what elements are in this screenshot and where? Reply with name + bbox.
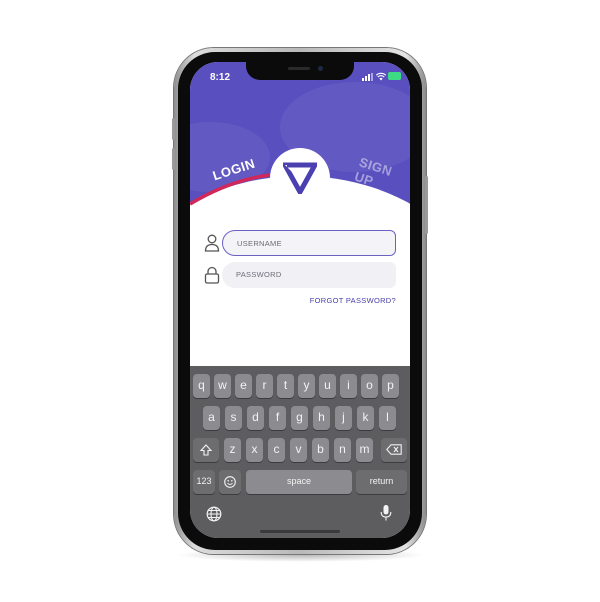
key-a[interactable]: a	[203, 406, 220, 430]
logo-badge	[270, 148, 330, 208]
lock-icon	[204, 266, 220, 284]
cellular-signal-icon	[362, 73, 374, 81]
username-row: USERNAME	[202, 230, 398, 256]
wifi-icon	[376, 72, 386, 81]
key-c[interactable]: c	[268, 438, 285, 462]
front-camera	[318, 66, 323, 71]
logo-icon	[283, 162, 317, 194]
key-k[interactable]: k	[357, 406, 374, 430]
key-l[interactable]: l	[379, 406, 396, 430]
key-y[interactable]: y	[298, 374, 315, 398]
status-bar: 8:12	[190, 62, 410, 90]
backspace-key[interactable]	[381, 438, 407, 462]
battery-icon	[388, 72, 401, 80]
key-f[interactable]: f	[269, 406, 286, 430]
key-g[interactable]: g	[291, 406, 308, 430]
key-s[interactable]: s	[225, 406, 242, 430]
shift-key[interactable]	[193, 438, 219, 462]
keyboard: q w e r t y u i o p a s d f g h j k l z …	[190, 366, 410, 538]
volume-up-button	[172, 118, 175, 140]
key-r[interactable]: r	[256, 374, 273, 398]
space-key[interactable]: space	[246, 470, 352, 494]
numbers-key[interactable]: 123	[193, 470, 215, 494]
power-button	[425, 176, 428, 234]
key-u[interactable]: u	[319, 374, 336, 398]
password-placeholder: PASSWORD	[236, 270, 282, 279]
key-i[interactable]: i	[340, 374, 357, 398]
key-d[interactable]: d	[247, 406, 264, 430]
key-z[interactable]: z	[224, 438, 241, 462]
globe-icon[interactable]	[206, 506, 222, 522]
key-b[interactable]: b	[312, 438, 329, 462]
key-n[interactable]: n	[334, 438, 351, 462]
key-w[interactable]: w	[214, 374, 231, 398]
password-input[interactable]: PASSWORD	[222, 262, 396, 288]
speaker	[288, 67, 310, 70]
username-placeholder: USERNAME	[237, 239, 282, 248]
emoji-key[interactable]	[219, 470, 241, 494]
key-h[interactable]: h	[313, 406, 330, 430]
notch	[246, 62, 354, 80]
password-row: PASSWORD	[202, 262, 398, 288]
active-tab-indicator	[190, 173, 271, 206]
key-p[interactable]: p	[382, 374, 399, 398]
key-e[interactable]: e	[235, 374, 252, 398]
key-v[interactable]: v	[290, 438, 307, 462]
volume-down-button	[172, 148, 175, 170]
key-q[interactable]: q	[193, 374, 210, 398]
shift-icon	[199, 444, 213, 456]
key-j[interactable]: j	[335, 406, 352, 430]
key-t[interactable]: t	[277, 374, 294, 398]
emoji-icon	[224, 476, 236, 488]
key-x[interactable]: x	[246, 438, 263, 462]
home-indicator	[260, 530, 340, 533]
key-m[interactable]: m	[356, 438, 373, 462]
backspace-icon	[386, 444, 402, 455]
forgot-password-link[interactable]: FORGOT PASSWORD?	[310, 296, 396, 305]
return-key[interactable]: return	[356, 470, 407, 494]
microphone-icon[interactable]	[380, 504, 392, 522]
username-input[interactable]: USERNAME	[222, 230, 396, 256]
user-icon	[204, 234, 220, 252]
status-time: 8:12	[210, 72, 231, 83]
key-o[interactable]: o	[361, 374, 378, 398]
phone-screen: 8:12 LOGIN SIGN UP USERNAME PASSWORD FOR…	[190, 62, 410, 538]
